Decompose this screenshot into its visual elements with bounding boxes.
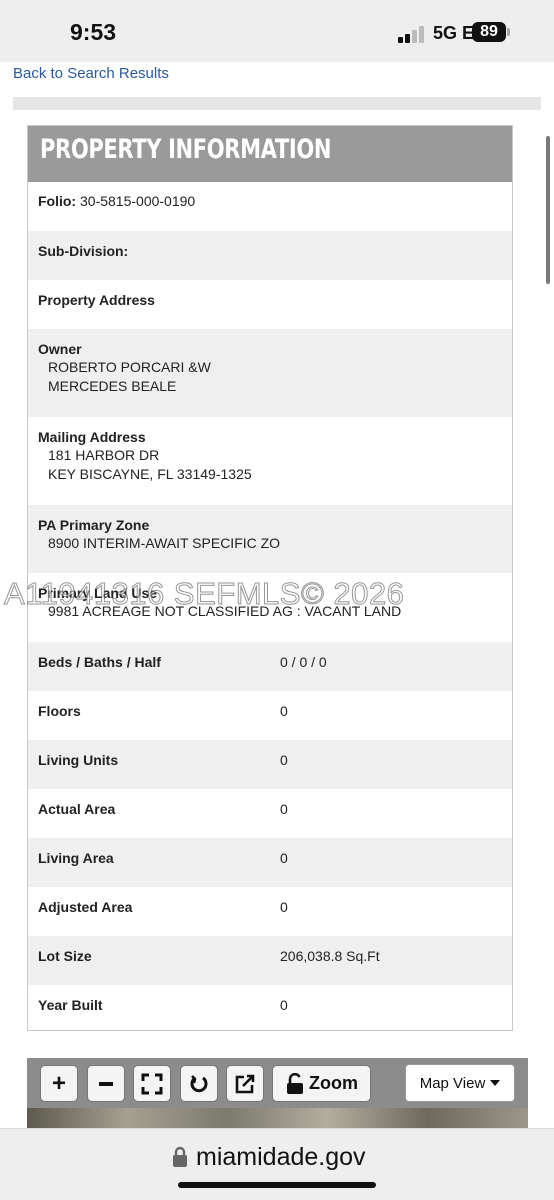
subdivision-row: Sub-Division:	[28, 231, 512, 280]
signal-strength-icon	[398, 25, 428, 43]
detail-row-lot-size: Lot Size 206,038.8 Sq.Ft	[28, 936, 512, 985]
network-type: 5G E	[433, 23, 475, 43]
owner-label: Owner	[38, 341, 82, 357]
detail-label: Floors	[38, 703, 81, 719]
rotate-button[interactable]	[180, 1065, 218, 1102]
detail-label: Beds / Baths / Half	[38, 654, 161, 670]
detail-label: Year Built	[38, 997, 103, 1013]
detail-row-year-built: Year Built 0	[28, 985, 512, 1030]
detail-label: Actual Area	[38, 801, 116, 817]
detail-label: Living Area	[38, 850, 114, 866]
zoom-label: Zoom	[309, 1073, 358, 1093]
minus-icon	[99, 1081, 113, 1086]
folio-row: Folio: 30-5815-000-0190	[28, 182, 512, 231]
primary-zone-label: PA Primary Zone	[38, 517, 150, 533]
plus-icon: +	[51, 1069, 66, 1097]
fullscreen-icon	[141, 1073, 163, 1094]
divider-bar	[13, 97, 541, 110]
property-address-label: Property Address	[38, 292, 155, 308]
detail-row-living-area: Living Area 0	[28, 838, 512, 887]
map-image[interactable]	[27, 1108, 528, 1130]
owner-line-2: MERCEDES BEALE	[48, 378, 177, 394]
zoom-in-button[interactable]: +	[40, 1065, 78, 1102]
folio-label: Folio:	[38, 193, 77, 209]
share-map-button[interactable]	[226, 1065, 264, 1102]
panel-title: PROPERTY INFORMATION	[40, 134, 332, 165]
detail-value: 0	[280, 801, 288, 817]
property-address-row: Property Address	[28, 280, 512, 329]
scrollbar-thumb[interactable]	[546, 136, 550, 284]
lock-icon	[173, 1146, 187, 1167]
full-extent-button[interactable]	[133, 1065, 171, 1102]
detail-row-living-units: Living Units 0	[28, 740, 512, 789]
detail-row-beds-baths: Beds / Baths / Half 0 / 0 / 0	[28, 642, 512, 691]
map-view-label: Map View	[419, 1074, 486, 1092]
status-bar: 9:53 5G E 89	[0, 0, 554, 62]
detail-row-actual-area: Actual Area 0	[28, 789, 512, 838]
owner-line-1: ROBERTO PORCARI &W	[48, 359, 211, 375]
detail-row-floors: Floors 0	[28, 691, 512, 740]
share-icon	[235, 1074, 255, 1093]
zoom-button[interactable]: Zoom	[272, 1065, 371, 1102]
mls-watermark: A11941316 SEFMLS© 2026	[3, 576, 405, 612]
mailing-address-row: Mailing Address 181 HARBOR DR KEY BISCAY…	[28, 417, 512, 505]
battery-icon: 89	[472, 22, 506, 42]
detail-value: 0	[280, 997, 288, 1013]
mailing-line-1: 181 HARBOR DR	[48, 447, 160, 463]
detail-label: Lot Size	[38, 948, 92, 964]
back-to-search-results-link[interactable]: Back to Search Results	[13, 65, 169, 82]
unlock-icon	[287, 1072, 303, 1094]
folio-value: 30-5815-000-0190	[80, 193, 196, 209]
detail-label: Living Units	[38, 752, 119, 768]
caret-down-icon	[490, 1080, 501, 1086]
detail-value: 0 / 0 / 0	[280, 654, 327, 670]
detail-value: 206,038.8 Sq.Ft	[280, 948, 380, 964]
mailing-address-label: Mailing Address	[38, 429, 146, 445]
map-view-dropdown[interactable]: Map View	[405, 1064, 515, 1102]
url-text: miamidade.gov	[196, 1142, 366, 1171]
zoom-out-button[interactable]	[87, 1065, 125, 1102]
mailing-line-2: KEY BISCAYNE, FL 33149-1325	[48, 466, 252, 482]
rotate-icon	[190, 1074, 208, 1092]
status-time: 9:53	[70, 19, 117, 45]
detail-value: 0	[280, 752, 288, 768]
url-display[interactable]: miamidade.gov	[172, 1142, 366, 1172]
primary-zone-row: PA Primary Zone 8900 INTERIM-AWAIT SPECI…	[28, 505, 512, 573]
owner-row: Owner ROBERTO PORCARI &W MERCEDES BEALE	[28, 329, 512, 417]
detail-value: 0	[280, 850, 288, 866]
home-indicator[interactable]	[178, 1182, 376, 1188]
panel-header: PROPERTY INFORMATION	[28, 126, 512, 182]
detail-label: Adjusted Area	[38, 899, 133, 915]
detail-value: 0	[280, 899, 288, 915]
subdivision-label: Sub-Division:	[38, 243, 129, 259]
battery-tip	[507, 28, 510, 36]
primary-zone-value: 8900 INTERIM-AWAIT SPECIFIC ZO	[48, 535, 281, 551]
detail-value: 0	[280, 703, 288, 719]
detail-row-adjusted-area: Adjusted Area 0	[28, 887, 512, 936]
